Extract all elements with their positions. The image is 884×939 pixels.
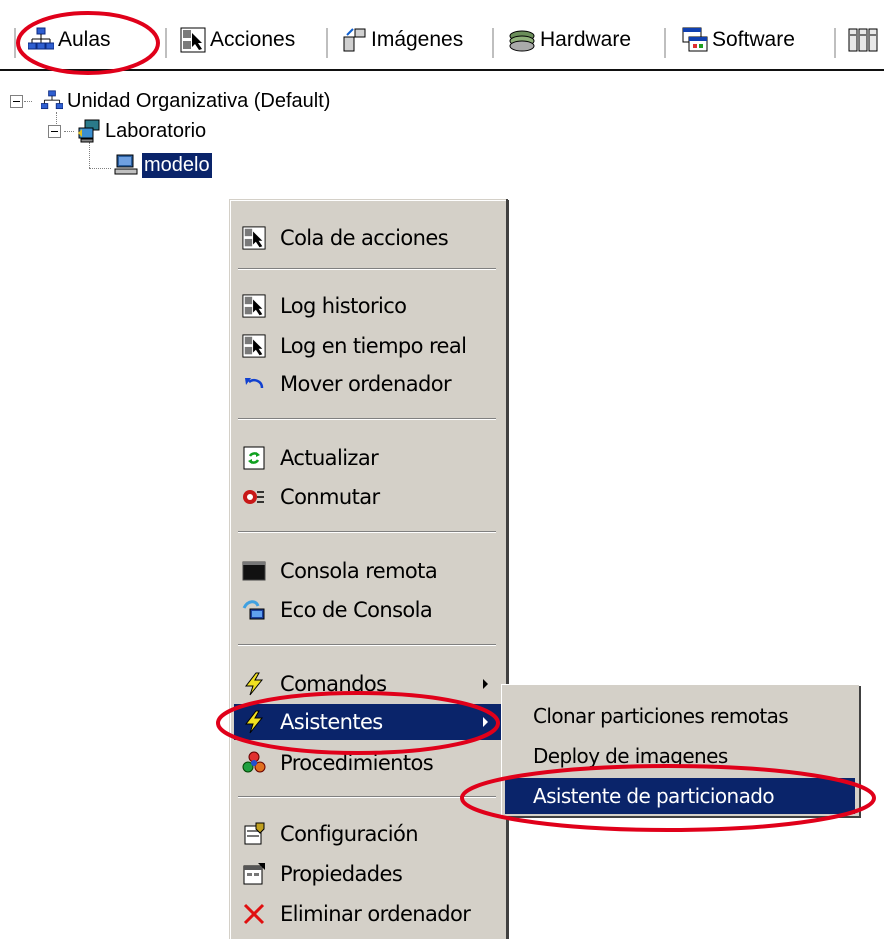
servers-icon xyxy=(848,28,878,52)
toolbar-bottom-border xyxy=(0,69,884,71)
menu-separator xyxy=(238,644,496,646)
menu-item-label: Mover ordenador xyxy=(280,372,452,396)
toolbar-separator xyxy=(326,28,328,58)
menu-item-actualizar[interactable]: Actualizar xyxy=(234,440,502,476)
menu-item-configuracion[interactable]: Configuración xyxy=(234,816,502,852)
refresh-icon xyxy=(243,446,265,470)
menu-item-procedimientos[interactable]: Procedimientos xyxy=(234,745,502,781)
hardware-icon xyxy=(509,30,535,52)
lightning-icon xyxy=(244,672,264,696)
undo-arrow-icon xyxy=(245,378,264,389)
tree-connector xyxy=(89,168,111,169)
submenu-item-label: Deploy de imagenes xyxy=(533,744,728,768)
menu-separator xyxy=(238,418,496,420)
computer-group-icon xyxy=(78,119,100,143)
submenu-item-label: Asistente de particionado xyxy=(533,784,775,808)
menu-item-label: Asistentes xyxy=(280,710,383,734)
menu-item-label: Conmutar xyxy=(280,485,380,509)
menu-item-log-tiempo-real[interactable]: Log en tiempo real xyxy=(234,328,502,364)
menu-item-label: Cola de acciones xyxy=(280,226,449,250)
toolbar: Aulas Acciones Imágenes Hardware Softwar… xyxy=(0,0,884,72)
menu-item-label: Log en tiempo real xyxy=(280,334,467,358)
console-icon xyxy=(242,561,266,581)
tree-node-laboratorio[interactable]: Laboratorio xyxy=(48,117,206,145)
toolbar-imagenes-button[interactable]: Imágenes xyxy=(343,22,463,58)
submenu-arrow-icon xyxy=(483,717,488,727)
collapse-toggle[interactable] xyxy=(10,94,23,108)
tree-connector xyxy=(89,142,90,168)
menu-item-label: Consola remota xyxy=(280,559,438,583)
collapse-toggle[interactable] xyxy=(48,124,61,138)
toolbar-separator xyxy=(492,28,494,58)
submenu-item-deploy-imagenes[interactable]: Deploy de imagenes xyxy=(505,738,855,774)
menu-item-cola-de-acciones[interactable]: Cola de acciones xyxy=(234,220,502,256)
delete-x-icon xyxy=(243,903,265,925)
computer-icon xyxy=(114,154,138,175)
submenu-item-clonar-particiones[interactable]: Clonar particiones remotas xyxy=(505,698,855,734)
menu-separator xyxy=(238,796,496,798)
menu-item-eliminar-ordenador[interactable]: Eliminar ordenador xyxy=(234,896,502,932)
menu-item-propiedades[interactable]: Propiedades xyxy=(234,856,502,892)
toolbar-separator xyxy=(834,28,836,58)
submenu-arrow-icon xyxy=(483,679,488,689)
log-icon xyxy=(242,334,266,358)
toolbar-software-label: Software xyxy=(712,28,795,51)
menu-item-conmutar[interactable]: Conmutar xyxy=(234,479,502,515)
network-icon xyxy=(28,27,54,50)
toolbar-aulas-button[interactable]: Aulas xyxy=(28,22,111,58)
menu-item-label: Propiedades xyxy=(280,862,403,886)
tree-node-label: Laboratorio xyxy=(105,119,207,142)
toolbar-aulas-label: Aulas xyxy=(58,28,111,51)
menu-item-consola-remota[interactable]: Consola remota xyxy=(234,553,502,589)
toolbar-separator xyxy=(165,28,167,58)
context-menu: Cola de acciones Log historico Log en ti… xyxy=(229,199,509,939)
menu-item-eco-de-consola[interactable]: Eco de Consola xyxy=(234,592,502,628)
submenu-asistentes: Clonar particiones remotas Deploy de ima… xyxy=(501,684,859,816)
submenu-item-label: Clonar particiones remotas xyxy=(533,704,789,728)
procedures-icon xyxy=(242,751,266,773)
actions-icon xyxy=(242,226,266,250)
menu-item-label: Actualizar xyxy=(280,446,379,470)
menu-item-asistentes[interactable]: Asistentes xyxy=(234,704,502,740)
actions-icon xyxy=(180,27,206,53)
menu-item-comandos[interactable]: Comandos xyxy=(234,666,502,702)
toolbar-acciones-label: Acciones xyxy=(210,28,296,51)
menu-item-label: Log historico xyxy=(280,294,407,318)
toolbar-separator xyxy=(664,28,666,58)
echo-console-icon xyxy=(242,600,265,620)
toolbar-hardware-label: Hardware xyxy=(540,28,632,51)
tree-node-label: modelo xyxy=(142,152,212,178)
menu-item-label: Procedimientos xyxy=(280,751,434,775)
menu-item-label: Configuración xyxy=(280,822,419,846)
toolbar-imagenes-label: Imágenes xyxy=(371,28,464,51)
tree-node-root[interactable]: Unidad Organizativa (Default) xyxy=(10,87,330,115)
network-icon xyxy=(41,90,63,110)
switch-icon xyxy=(243,490,264,504)
properties-icon xyxy=(243,863,265,885)
tree-node-modelo[interactable]: modelo xyxy=(114,151,212,179)
menu-item-label: Eco de Consola xyxy=(280,598,433,622)
menu-item-label: Eliminar ordenador xyxy=(280,902,471,926)
menu-item-mover-ordenador[interactable]: Mover ordenador xyxy=(234,366,502,402)
tree-node-label: Unidad Organizativa (Default) xyxy=(67,89,331,112)
toolbar-acciones-button[interactable]: Acciones xyxy=(180,22,295,58)
software-icon xyxy=(682,27,708,52)
log-icon xyxy=(242,294,266,318)
images-icon xyxy=(343,28,366,52)
menu-separator xyxy=(238,531,496,533)
submenu-item-asistente-particionado[interactable]: Asistente de particionado xyxy=(505,778,855,814)
configuration-icon xyxy=(244,822,265,845)
lightning-icon xyxy=(244,710,264,734)
menu-separator xyxy=(238,268,496,270)
toolbar-software-button[interactable]: Software xyxy=(682,22,795,58)
menu-item-log-historico[interactable]: Log historico xyxy=(234,288,502,324)
toolbar-hardware-button[interactable]: Hardware xyxy=(508,22,631,58)
toolbar-separator xyxy=(14,28,16,58)
toolbar-more-button[interactable] xyxy=(848,22,878,58)
menu-item-label: Comandos xyxy=(280,672,387,696)
